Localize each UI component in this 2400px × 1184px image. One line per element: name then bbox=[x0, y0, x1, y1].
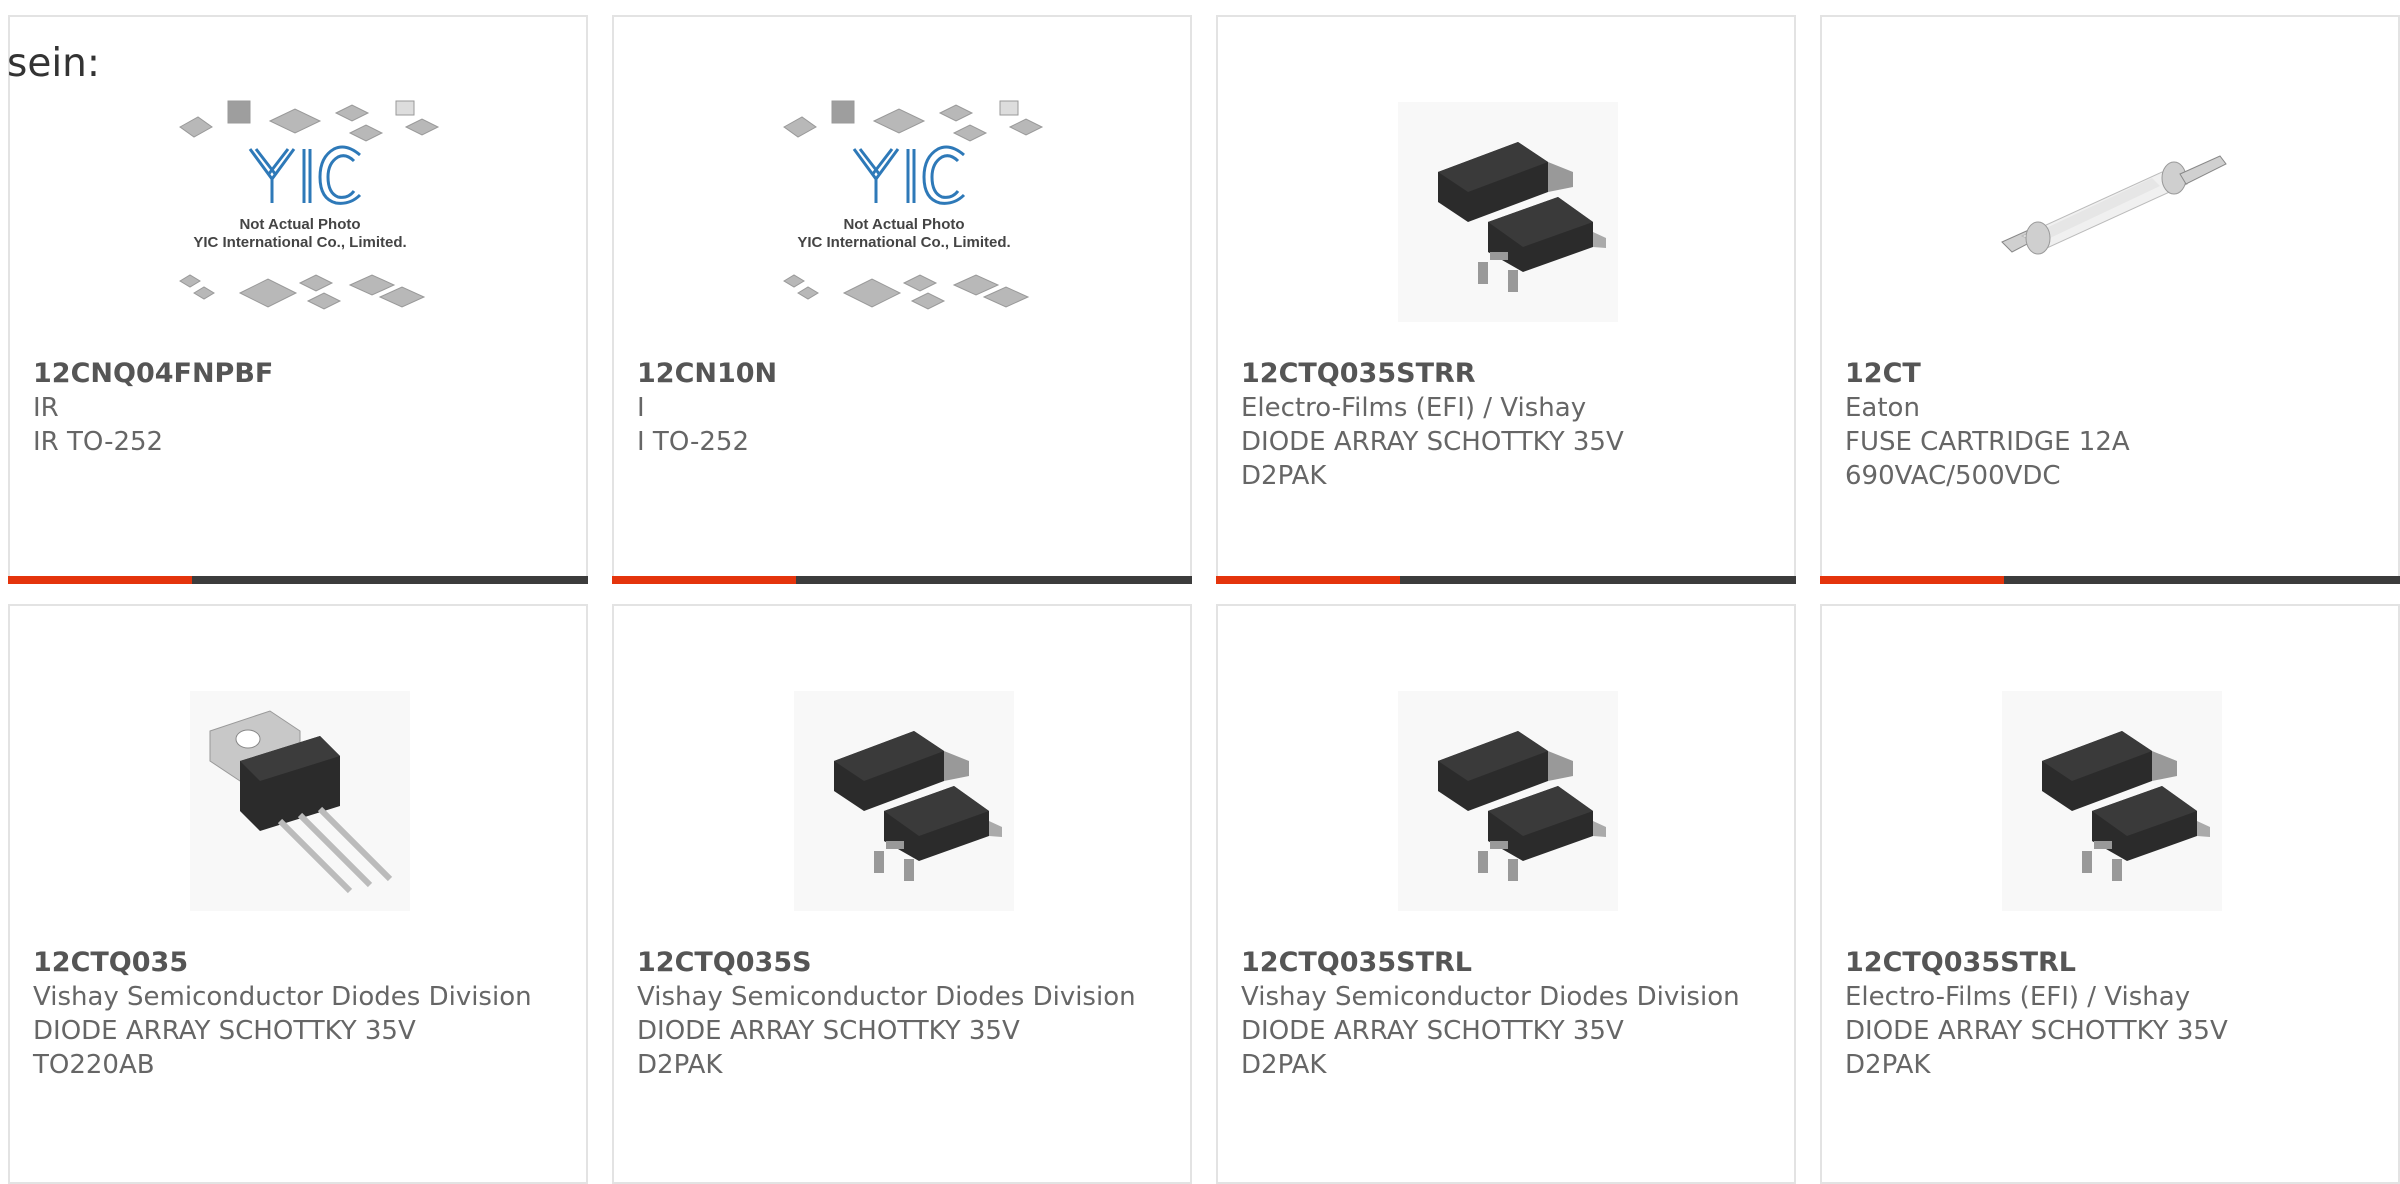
product-image[interactable] bbox=[744, 671, 1064, 931]
intro-text: sein: bbox=[7, 41, 101, 86]
card-bar-accent bbox=[612, 576, 796, 584]
manufacturer: IR bbox=[33, 393, 59, 423]
description: DIODE ARRAY SCHOTTKY 35V D2PAK bbox=[1845, 1016, 2228, 1080]
product-card[interactable]: 12CTQ035S Vishay Semiconductor Diodes Di… bbox=[612, 604, 1192, 1184]
product-card[interactable]: 12CT Eaton FUSE CARTRIDGE 12A 690VAC/500… bbox=[1820, 15, 2400, 584]
manufacturer: Electro-Films (EFI) / Vishay bbox=[1241, 393, 1587, 423]
product-card[interactable]: 12CTQ035STRL Vishay Semiconductor Diodes… bbox=[1216, 604, 1796, 1184]
manufacturer: Vishay Semiconductor Diodes Division bbox=[33, 982, 532, 1012]
part-number[interactable]: 12CTQ035 bbox=[33, 946, 566, 980]
product-card[interactable]: Not Actual Photo YIC International Co., … bbox=[612, 15, 1192, 584]
description: DIODE ARRAY SCHOTTKY 35V TO220AB bbox=[33, 1016, 416, 1080]
manufacturer: Vishay Semiconductor Diodes Division bbox=[1241, 982, 1740, 1012]
card-bar bbox=[8, 576, 588, 584]
card-bar bbox=[612, 576, 1192, 584]
d2pak-package-icon bbox=[2002, 691, 2222, 911]
description: IR TO-252 bbox=[33, 427, 164, 457]
part-number[interactable]: 12CTQ035STRR bbox=[1241, 357, 1774, 391]
product-image[interactable] bbox=[1952, 671, 2272, 931]
fuse-cartridge-icon bbox=[2001, 155, 2227, 255]
product-card[interactable]: 12CTQ035 Vishay Semiconductor Diodes Div… bbox=[8, 604, 588, 1184]
part-number[interactable]: 12CTQ035STRL bbox=[1845, 946, 2378, 980]
card-bar-accent bbox=[8, 576, 192, 584]
product-image[interactable]: Not Actual Photo YIC International Co., … bbox=[744, 82, 1064, 342]
svg-text:YIC International Co., Limited: YIC International Co., Limited. bbox=[193, 234, 406, 251]
product-card[interactable]: 12CTQ035STRL Electro-Films (EFI) / Visha… bbox=[1820, 604, 2400, 1184]
part-number[interactable]: 12CNQ04FNPBF bbox=[33, 357, 566, 391]
to220-package-icon bbox=[190, 691, 410, 911]
placeholder-logo-icon: Not Actual Photo YIC International Co., … bbox=[179, 100, 440, 310]
card-bar-accent bbox=[1820, 576, 2004, 584]
svg-text:Not Actual Photo: Not Actual Photo bbox=[239, 216, 360, 233]
svg-text:YIC International Co., Limited: YIC International Co., Limited. bbox=[797, 234, 1010, 251]
card-bar-accent bbox=[1216, 576, 1400, 584]
product-card[interactable]: Not Actual Photo YIC International Co., … bbox=[8, 15, 588, 584]
description: DIODE ARRAY SCHOTTKY 35V D2PAK bbox=[1241, 1016, 1624, 1080]
product-image[interactable]: Not Actual Photo YIC International Co., … bbox=[140, 82, 460, 342]
description: DIODE ARRAY SCHOTTKY 35V D2PAK bbox=[637, 1016, 1020, 1080]
d2pak-package-icon bbox=[794, 691, 1014, 911]
product-image[interactable] bbox=[140, 671, 460, 931]
part-number[interactable]: 12CN10N bbox=[637, 357, 1170, 391]
product-card[interactable]: 12CTQ035STRR Electro-Films (EFI) / Visha… bbox=[1216, 15, 1796, 584]
product-image[interactable] bbox=[1952, 82, 2272, 342]
part-number[interactable]: 12CT bbox=[1845, 357, 2378, 391]
d2pak-package-icon bbox=[1398, 691, 1618, 911]
manufacturer: Eaton bbox=[1845, 393, 1920, 423]
product-image[interactable] bbox=[1348, 671, 1668, 931]
manufacturer: Vishay Semiconductor Diodes Division bbox=[637, 982, 1136, 1012]
part-number[interactable]: 12CTQ035S bbox=[637, 946, 1170, 980]
manufacturer: I bbox=[637, 393, 645, 423]
product-image[interactable] bbox=[1348, 82, 1668, 342]
description: DIODE ARRAY SCHOTTKY 35V D2PAK bbox=[1241, 427, 1624, 491]
description: FUSE CARTRIDGE 12A 690VAC/500VDC bbox=[1845, 427, 2130, 491]
d2pak-package-icon bbox=[1398, 102, 1618, 322]
card-bar bbox=[1216, 576, 1796, 584]
svg-text:Not Actual Photo: Not Actual Photo bbox=[843, 216, 964, 233]
part-number[interactable]: 12CTQ035STRL bbox=[1241, 946, 1774, 980]
card-bar bbox=[1820, 576, 2400, 584]
description: I TO-252 bbox=[637, 427, 750, 457]
placeholder-logo-icon: Not Actual Photo YIC International Co., … bbox=[783, 100, 1044, 310]
manufacturer: Electro-Films (EFI) / Vishay bbox=[1845, 982, 2191, 1012]
